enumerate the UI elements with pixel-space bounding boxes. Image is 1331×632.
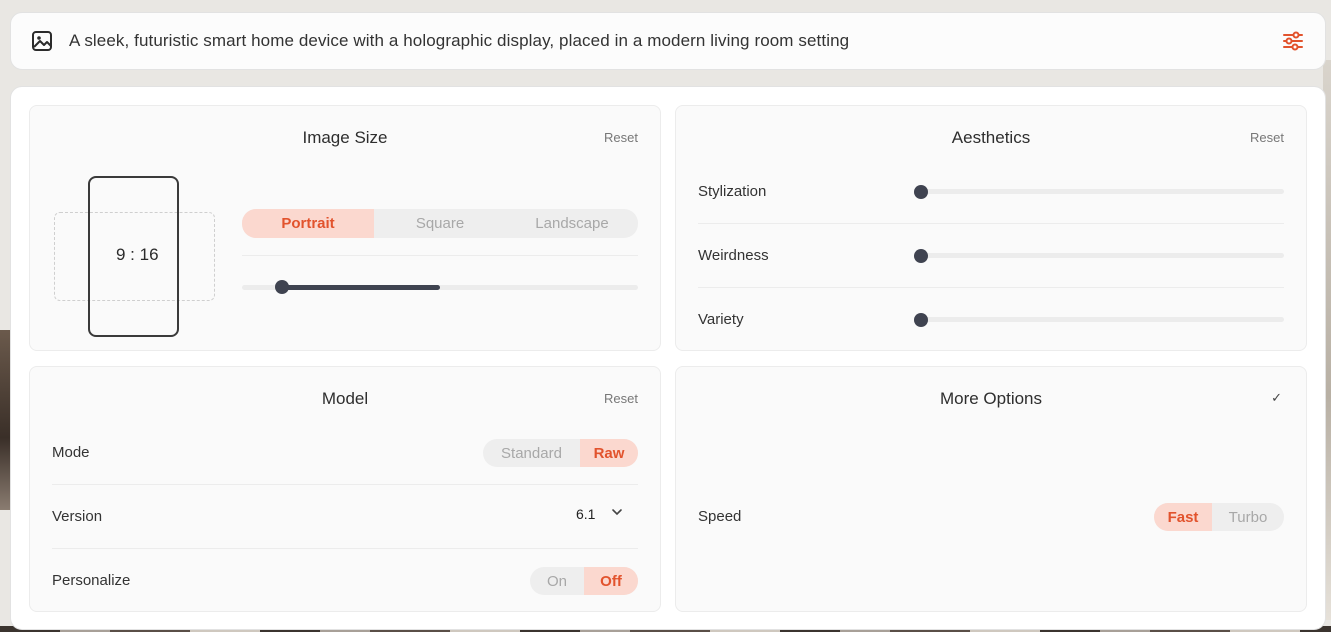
mode-raw-button[interactable]: Raw	[580, 439, 638, 467]
image-size-reset-button[interactable]: Reset	[604, 130, 638, 145]
mode-standard-button[interactable]: Standard	[483, 439, 580, 467]
variety-slider-track[interactable]	[914, 317, 1284, 322]
more-options-card: More Options ✓ Speed Fast Turbo	[675, 366, 1307, 612]
image-size-card: Image Size Reset 9 : 16 Portrait Square …	[29, 105, 661, 351]
stylization-label: Stylization	[698, 183, 767, 200]
personalize-on-button[interactable]: On	[530, 567, 584, 595]
settings-panel: Image Size Reset 9 : 16 Portrait Square …	[10, 86, 1326, 630]
divider	[52, 548, 638, 549]
prompt-input[interactable]: A sleek, futuristic smart home device wi…	[69, 31, 1281, 51]
orientation-portrait-button[interactable]: Portrait	[242, 209, 374, 238]
version-value[interactable]: 6.1	[576, 506, 595, 522]
divider	[698, 223, 1284, 224]
model-reset-button[interactable]: Reset	[604, 391, 638, 406]
weirdness-label: Weirdness	[698, 247, 769, 264]
divider	[698, 287, 1284, 288]
image-icon[interactable]	[31, 30, 53, 52]
mode-label: Mode	[52, 444, 90, 461]
orientation-landscape-button[interactable]: Landscape	[506, 209, 638, 238]
weirdness-slider-knob[interactable]	[914, 249, 928, 263]
variety-slider-knob[interactable]	[914, 313, 928, 327]
speed-turbo-button[interactable]: Turbo	[1212, 503, 1284, 531]
mode-segmented-control: Standard Raw	[483, 439, 638, 467]
more-options-check-icon[interactable]: ✓	[1271, 390, 1282, 406]
model-card: Model Reset Mode Standard Raw Version 6.…	[29, 366, 661, 612]
image-size-title: Image Size	[302, 128, 388, 147]
ratio-slider-knob[interactable]	[275, 280, 289, 294]
speed-label: Speed	[698, 508, 742, 525]
ratio-slider-fill	[282, 285, 440, 290]
orientation-square-button[interactable]: Square	[374, 209, 506, 238]
stylization-slider-knob[interactable]	[914, 185, 928, 199]
prompt-bar[interactable]: A sleek, futuristic smart home device wi…	[10, 12, 1326, 70]
weirdness-slider-track[interactable]	[914, 253, 1284, 258]
version-label: Version	[52, 508, 103, 525]
sliders-icon[interactable]	[1281, 29, 1305, 53]
more-options-title: More Options	[939, 389, 1043, 408]
aesthetics-card: Aesthetics Reset Stylization Weirdness V…	[675, 105, 1307, 351]
aesthetics-reset-button[interactable]: Reset	[1250, 130, 1284, 145]
model-title: Model	[321, 389, 369, 408]
orientation-segmented-control: Portrait Square Landscape	[242, 209, 638, 238]
speed-segmented-control: Fast Turbo	[1154, 503, 1284, 531]
divider	[52, 484, 638, 485]
aesthetics-title: Aesthetics	[951, 128, 1031, 147]
variety-label: Variety	[698, 311, 744, 328]
personalize-segmented-control: On Off	[530, 567, 638, 595]
divider	[242, 255, 638, 256]
personalize-label: Personalize	[52, 572, 131, 589]
personalize-off-button[interactable]: Off	[584, 567, 638, 595]
stylization-slider-track[interactable]	[914, 189, 1284, 194]
ratio-value: 9 : 16	[116, 245, 159, 264]
speed-fast-button[interactable]: Fast	[1154, 503, 1212, 531]
chevron-down-icon[interactable]	[610, 505, 624, 524]
